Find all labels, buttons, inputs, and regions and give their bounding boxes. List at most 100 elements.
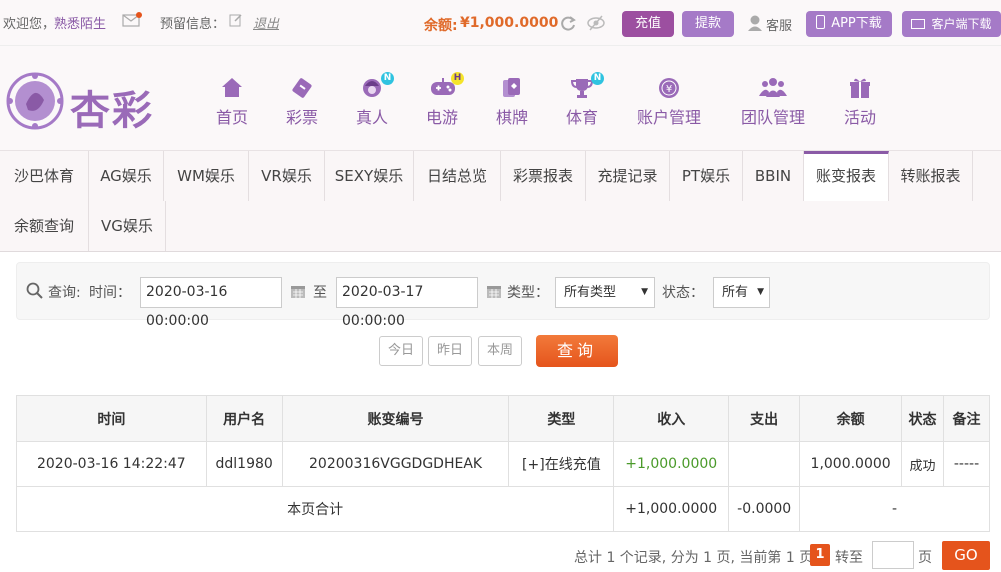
customer-service-link[interactable]: 客服 [766, 15, 792, 34]
nav-team[interactable]: 团队管理 [738, 76, 808, 128]
nav-electronic[interactable]: H 电游 [424, 72, 464, 128]
cell-income: +1,000.0000 [613, 441, 730, 487]
column-header: 账变编号 [281, 395, 510, 442]
account-change-table: 时间 用户名 账变编号 类型 收入 支出 余额 状态 备注 2020-03-16… [15, 395, 990, 532]
phone-icon [816, 15, 826, 29]
nav-live-badge: N [381, 72, 394, 85]
app-download-label: APP下载 [831, 16, 882, 31]
status-label: 状态： [662, 285, 704, 301]
status-select-value: 所有 [722, 285, 749, 300]
nav-live[interactable]: N 真人 [354, 72, 394, 128]
nav-team-label: 团队管理 [740, 108, 805, 127]
go-button[interactable]: GO [942, 541, 990, 570]
nav-sports[interactable]: N 体育 [564, 72, 604, 128]
live-dealer-icon: N [360, 72, 394, 100]
monitor-icon [911, 19, 926, 29]
client-download-label: 客户端下载 [931, 17, 992, 31]
tab-vg[interactable]: VG娱乐 [89, 201, 166, 251]
summary-label: 本页合计 [15, 486, 615, 532]
nav-account-label: 账户管理 [636, 108, 701, 127]
tab-account-change[interactable]: 账变报表 [804, 151, 889, 201]
pager-current-page[interactable]: 1 [810, 544, 830, 566]
type-select[interactable]: 所有类型 ▼ [555, 277, 655, 308]
pager-page-unit: 页 [918, 550, 932, 566]
logout-link[interactable]: 退出 [253, 13, 279, 32]
tab-ag[interactable]: AG娱乐 [89, 151, 164, 201]
to-label: 至 [313, 285, 327, 301]
recharge-button[interactable]: 充值 [622, 11, 674, 37]
top-bar: 欢迎您， 熟悉陌生 预留信息： 退出 余额: ¥1,000.0000 充值 提款… [0, 0, 1001, 46]
type-select-value: 所有类型 [564, 285, 617, 300]
type-label: 类型： [507, 285, 549, 301]
main-header: 杏彩 首页 彩票 N 真人 H 电游 棋牌 N 体育 ¥ 账户管理 团队管理 活… [0, 46, 1001, 150]
tab-deposit-withdraw[interactable]: 充提记录 [586, 151, 670, 201]
table-header-row: 时间 用户名 账变编号 类型 收入 支出 余额 状态 备注 [16, 395, 990, 442]
cell-balance: 1,000.0000 [799, 441, 903, 487]
svg-text:¥: ¥ [666, 84, 672, 95]
username-link[interactable]: 熟悉陌生 [54, 13, 106, 32]
reserved-info-label: 预留信息： [160, 17, 226, 32]
edit-icon[interactable] [229, 13, 243, 31]
nav-activity-label: 活动 [843, 108, 876, 127]
end-time-input[interactable]: 2020-03-17 00:00:00 [336, 277, 478, 329]
tab-wm[interactable]: WM娱乐 [164, 151, 249, 201]
hide-eye-icon[interactable] [587, 14, 605, 36]
nav-home[interactable]: 首页 [214, 76, 250, 128]
cards-icon [494, 76, 530, 100]
tab-transfer-report[interactable]: 转账报表 [889, 151, 973, 201]
column-header: 状态 [901, 395, 945, 442]
report-tabs: 沙巴体育 AG娱乐 WM娱乐 VR娱乐 SEXY娱乐 日结总览 彩票报表 充提记… [0, 150, 1001, 252]
team-icon [738, 76, 808, 100]
tab-saba-sports[interactable]: 沙巴体育 [0, 151, 89, 201]
balance-value: ¥1,000.0000 [460, 15, 559, 31]
withdraw-button[interactable]: 提款 [682, 11, 734, 37]
column-header: 时间 [16, 395, 207, 442]
nav-sports-badge: N [591, 72, 604, 85]
balance-label: 余额: [424, 18, 458, 34]
tab-pt[interactable]: PT娱乐 [670, 151, 743, 201]
gamepad-icon: H [430, 72, 464, 100]
calendar-icon[interactable] [486, 283, 502, 303]
site-logo[interactable]: 杏彩 [4, 70, 152, 136]
yen-coin-icon: ¥ [634, 76, 704, 100]
nav-chess[interactable]: 棋牌 [494, 76, 530, 128]
pager-summary: 总计 1 个记录, 分为 1 页, 当前第 1 页 [574, 550, 814, 566]
today-button[interactable]: 今日 [379, 336, 423, 366]
query-label: 查询: [48, 285, 81, 301]
tab-daily-overview[interactable]: 日结总览 [414, 151, 501, 201]
chevron-down-icon: ▼ [757, 287, 764, 297]
customer-service-icon[interactable] [747, 14, 763, 36]
tab-lottery-report[interactable]: 彩票报表 [501, 151, 586, 201]
search-button[interactable]: 查询 [536, 335, 618, 367]
tab-sexy[interactable]: SEXY娱乐 [325, 151, 414, 201]
start-time-input[interactable]: 2020-03-16 00:00:00 [140, 277, 282, 329]
nav-activity[interactable]: 活动 [842, 76, 878, 128]
pager-goto-label: 转至 [835, 550, 863, 566]
nav-account[interactable]: ¥ 账户管理 [634, 76, 704, 128]
refresh-icon[interactable] [559, 14, 577, 36]
calendar-icon[interactable] [290, 283, 306, 303]
yesterday-button[interactable]: 昨日 [428, 336, 472, 366]
tab-bbin[interactable]: BBIN [743, 151, 804, 201]
mail-icon[interactable] [122, 12, 142, 32]
column-header: 余额 [799, 395, 903, 442]
nav-electronic-badge: H [451, 72, 464, 85]
home-icon [214, 76, 250, 100]
cell-status: 成功 [901, 441, 945, 487]
summary-income: +1,000.0000 [613, 486, 730, 532]
nav-lottery-label: 彩票 [285, 108, 318, 127]
table-row: 2020-03-16 14:22:47 ddl1980 20200316VGGD… [16, 441, 990, 487]
nav-live-label: 真人 [355, 108, 388, 127]
query-panel: 查询: 时间： 2020-03-16 00:00:00 至 2020-03-17… [16, 262, 990, 329]
column-header: 收入 [613, 395, 730, 442]
this-week-button[interactable]: 本周 [478, 336, 522, 366]
page-number-input[interactable] [872, 541, 914, 569]
welcome-text: 欢迎您， [3, 17, 56, 32]
tab-vr[interactable]: VR娱乐 [249, 151, 325, 201]
app-download-button[interactable]: APP下载 [806, 11, 892, 37]
status-select[interactable]: 所有 ▼ [713, 277, 770, 308]
nav-lottery[interactable]: 彩票 [284, 76, 320, 128]
tab-balance-query[interactable]: 余额查询 [0, 201, 89, 251]
client-download-button[interactable]: 客户端下载 [902, 11, 1001, 37]
cell-username: ddl1980 [205, 441, 283, 487]
